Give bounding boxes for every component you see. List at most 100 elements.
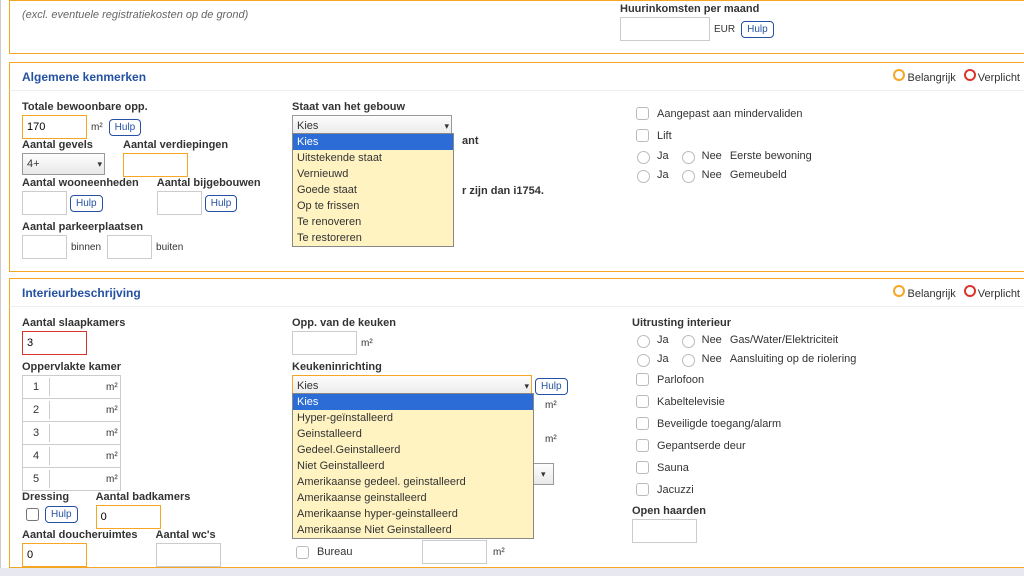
bijgebouwen-label: Aantal bijgebouwen [157, 177, 261, 189]
chk-mindervaliden[interactable] [636, 107, 649, 120]
section-title-interior: Interieurbeschrijving [22, 286, 141, 300]
staat-option[interactable]: Op te frissen [293, 198, 453, 214]
keuken-option[interactable]: Kies [293, 394, 533, 410]
deur-label: Gepantserde deur [657, 440, 746, 452]
chevron-down-icon: ▾ [541, 469, 546, 480]
chk-kabel[interactable] [636, 395, 649, 408]
verdiepingen-label: Aantal verdiepingen [123, 139, 228, 151]
nee-label: Nee [702, 353, 722, 365]
radio-eerste-nee[interactable] [682, 151, 695, 164]
m2-unit: m² [545, 434, 557, 445]
wc-input[interactable] [156, 543, 221, 567]
staat-option[interactable]: Te renoveren [293, 214, 453, 230]
kamer-opp-input[interactable] [50, 445, 104, 467]
parkeer-buiten-input[interactable] [107, 235, 152, 259]
help-button[interactable]: Hulp [741, 21, 774, 38]
kamer-opp-input[interactable] [50, 376, 104, 398]
keuken-option[interactable]: Amerikaanse gedeel. geinstalleerd [293, 474, 533, 490]
kabel-label: Kabeltelevisie [657, 396, 725, 408]
radio-riool-ja[interactable] [637, 354, 650, 367]
parkeer-binnen-input[interactable] [22, 235, 67, 259]
keuken-option[interactable]: Amerikaanse Niet Geinstalleerd [293, 522, 533, 538]
chk-alarm[interactable] [636, 417, 649, 430]
gevels-select[interactable]: 4+▾ [22, 153, 105, 175]
bureau-opp-input[interactable] [422, 540, 487, 564]
staat-option[interactable]: Vernieuwd [293, 166, 453, 182]
radio-gemeubeld-ja[interactable] [637, 170, 650, 183]
bureau-label: Bureau [317, 546, 417, 558]
chk-jacuzzi[interactable] [636, 483, 649, 496]
m2-unit: m² [545, 400, 557, 411]
staat-option[interactable]: Te restoreren [293, 230, 453, 246]
help-button[interactable]: Hulp [70, 195, 103, 212]
riool-label: Aansluiting op de riolering [730, 353, 857, 365]
radio-gas-nee[interactable] [682, 335, 695, 348]
slaap-input[interactable] [22, 331, 87, 355]
staat-option[interactable]: Uitstekende staat [293, 150, 453, 166]
staat-option[interactable]: Goede staat [293, 182, 453, 198]
chk-parlofoon[interactable] [636, 373, 649, 386]
binnen-label: binnen [71, 242, 101, 253]
keuken-opp-label: Opp. van de keuken [292, 317, 622, 329]
nee-label: Nee [702, 169, 722, 181]
keuken-option[interactable]: Hyper-geïnstalleerd [293, 410, 533, 426]
m2-unit: m² [91, 122, 103, 133]
gevels-label: Aantal gevels [22, 139, 105, 151]
badkamers-label: Aantal badkamers [96, 491, 191, 503]
uitrusting-label: Uitrusting interieur [632, 317, 1020, 329]
slaap-label: Aantal slaapkamers [22, 317, 282, 329]
keuken-option[interactable]: Amerikaanse hyper-geinstalleerd [293, 506, 533, 522]
keuken-opp-input[interactable] [292, 331, 357, 355]
help-button[interactable]: Hulp [205, 195, 238, 212]
nee-label: Nee [702, 150, 722, 162]
help-button[interactable]: Hulp [45, 506, 78, 523]
wooneenheden-input[interactable] [22, 191, 67, 215]
radio-eerste-ja[interactable] [637, 151, 650, 164]
radio-riool-nee[interactable] [682, 354, 695, 367]
kamer-opp-input[interactable] [50, 468, 104, 490]
staat-label: Staat van het gebouw [292, 101, 622, 113]
keuken-inr-label: Keukeninrichting [292, 361, 622, 373]
legend-important-label: Belangrijk [907, 72, 955, 84]
wc-label: Aantal wc's [156, 529, 221, 541]
radio-gas-ja[interactable] [637, 335, 650, 348]
chk-dressing[interactable] [26, 508, 39, 521]
keuken-option[interactable]: Geinstalleerd [293, 426, 533, 442]
badkamers-input[interactable] [96, 505, 161, 529]
m2-unit: m² [361, 338, 373, 349]
haarden-input[interactable] [632, 519, 697, 543]
radio-gemeubeld-nee[interactable] [682, 170, 695, 183]
sauna-label: Sauna [657, 462, 689, 474]
verdiepingen-input[interactable] [123, 153, 188, 177]
chk-lift[interactable] [636, 129, 649, 142]
chevron-down-icon: ▾ [444, 121, 449, 132]
staat-dropdown-list[interactable]: KiesUitstekende staatVernieuwdGoede staa… [292, 133, 454, 247]
legend-dot-required [964, 285, 976, 297]
legend-dot-important [893, 285, 905, 297]
douche-input[interactable] [22, 543, 87, 567]
help-button[interactable]: Hulp [535, 378, 568, 395]
keuken-dropdown-list[interactable]: KiesHyper-geïnstalleerdGeinstalleerdGede… [292, 393, 534, 539]
legend-important-label: Belangrijk [907, 288, 955, 300]
surface-input[interactable] [22, 115, 87, 139]
section-title-general: Algemene kenmerken [22, 70, 146, 84]
chk-sauna[interactable] [636, 461, 649, 474]
chk-bureau[interactable] [296, 546, 309, 559]
ja-label: Ja [657, 169, 669, 181]
bijgebouwen-input[interactable] [157, 191, 202, 215]
kamer-opp-input[interactable] [50, 399, 104, 421]
kamer-opp-input[interactable] [50, 422, 104, 444]
wooneenheden-label: Aantal wooneenheden [22, 177, 139, 189]
dressing-label: Dressing [22, 491, 78, 503]
keuken-option[interactable]: Niet Geinstalleerd [293, 458, 533, 474]
help-button[interactable]: Hulp [109, 119, 142, 136]
keuken-option[interactable]: Gedeel.Geinstalleerd [293, 442, 533, 458]
chk-deur[interactable] [636, 439, 649, 452]
hidden-select[interactable]: ▾ [532, 463, 554, 485]
buiten-label: buiten [156, 242, 183, 253]
rent-input[interactable] [620, 17, 710, 41]
surface-label: Totale bewoonbare opp. [22, 101, 282, 113]
keuken-option[interactable]: Amerikaanse geinstalleerd [293, 490, 533, 506]
legend-required-label: Verplicht [978, 72, 1020, 84]
staat-option[interactable]: Kies [293, 134, 453, 150]
